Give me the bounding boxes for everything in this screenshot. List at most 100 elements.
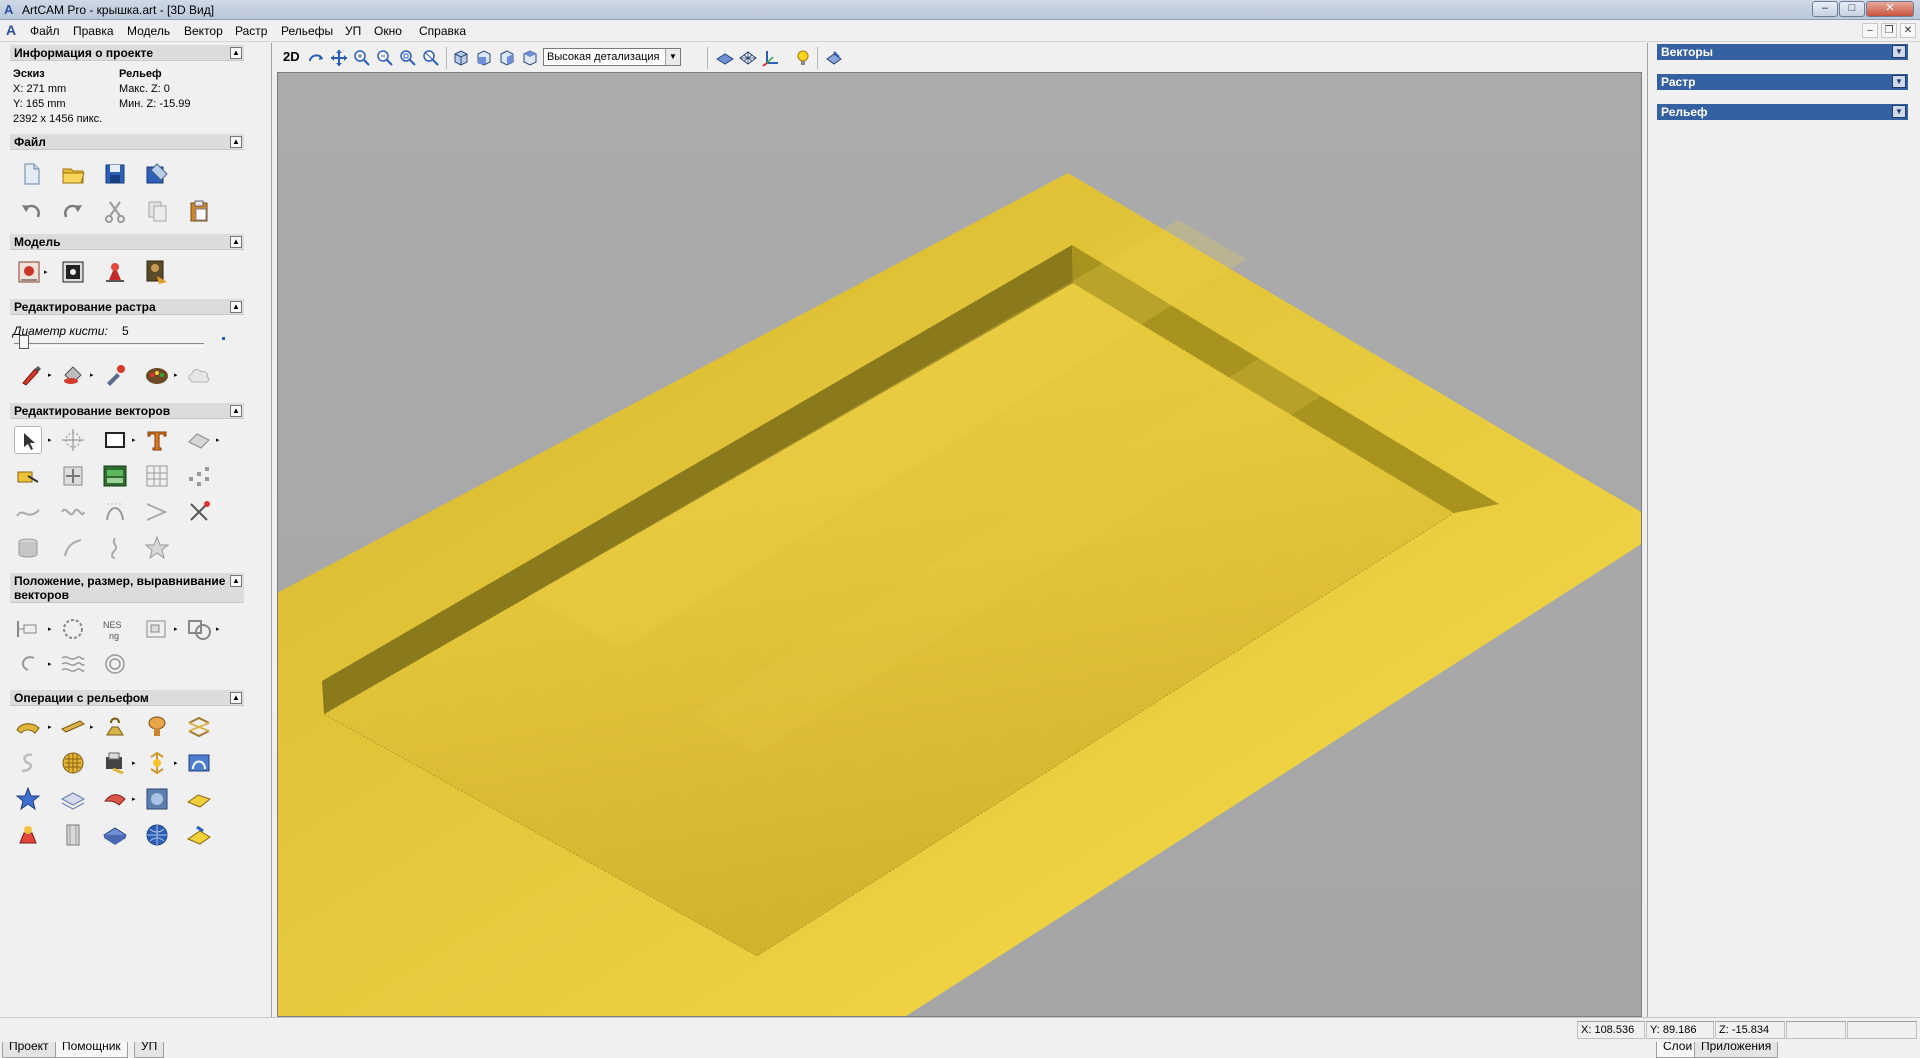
save-icon[interactable] (101, 160, 129, 188)
relief-plane-icon[interactable] (101, 821, 129, 849)
section-relief-ops[interactable]: Операции с рельефом ▲ (10, 690, 244, 706)
layer-relief-header[interactable]: Рельеф ▼ (1657, 104, 1908, 120)
vase-profile-icon[interactable] (101, 534, 129, 562)
menu-model[interactable]: Модель (127, 24, 170, 38)
spiral-icon[interactable] (101, 650, 129, 678)
dropdown-arrow-icon[interactable]: ▸ (216, 436, 220, 444)
cloud-smooth-icon[interactable] (185, 361, 213, 389)
join-vectors-icon[interactable] (143, 498, 171, 526)
cylinder-icon[interactable] (14, 534, 42, 562)
menu-reliefs[interactable]: Рельефы (281, 24, 333, 38)
menu-edit[interactable]: Правка (73, 24, 114, 38)
pan-view-icon[interactable] (330, 49, 348, 67)
dropdown-arrow-icon[interactable]: ▸ (48, 436, 52, 444)
collapse-up-icon[interactable]: ▲ (230, 301, 242, 313)
menu-raster[interactable]: Растр (235, 24, 267, 38)
relief-wizard-icon[interactable] (14, 821, 42, 849)
text-tool-icon[interactable] (143, 426, 171, 454)
open-folder-icon[interactable] (59, 160, 87, 188)
transform-icon[interactable] (59, 426, 87, 454)
blend-relief-icon[interactable] (185, 749, 213, 777)
model-resolution-icon[interactable] (59, 258, 87, 286)
split-curve-icon[interactable] (59, 534, 87, 562)
dropdown-arrow-icon[interactable]: ▸ (48, 660, 52, 668)
collapse-up-icon[interactable]: ▲ (230, 47, 242, 59)
document-logo-icon[interactable]: A (6, 22, 20, 38)
section-file[interactable]: Файл ▲ (10, 134, 244, 150)
new-file-icon[interactable] (17, 160, 45, 188)
layer-raster-header[interactable]: Растр ▼ (1657, 74, 1908, 90)
3d-viewport[interactable] (277, 72, 1642, 1017)
zoom-fit-icon[interactable] (399, 49, 417, 67)
zoom-window-icon[interactable] (422, 49, 440, 67)
align-icon[interactable] (14, 615, 42, 643)
relief-column-icon[interactable] (59, 821, 87, 849)
menu-file[interactable]: Файл (30, 24, 60, 38)
save-as-icon[interactable] (143, 160, 171, 188)
minimize-button[interactable]: – (1812, 1, 1838, 17)
chevron-down-icon[interactable]: ▼ (1892, 75, 1906, 88)
detail-level-select[interactable]: Высокая детализация ▼ (543, 48, 681, 66)
dropdown-arrow-icon[interactable]: ▸ (216, 625, 220, 633)
select-arrow-icon[interactable] (14, 426, 42, 454)
color-picker-icon[interactable] (101, 361, 129, 389)
layer-vectors-header[interactable]: Векторы ▼ (1657, 44, 1908, 60)
render-settings-icon[interactable] (825, 49, 843, 67)
vector-bitmap-icon[interactable] (185, 426, 213, 454)
rotate-dashed-icon[interactable] (59, 615, 87, 643)
collapse-up-icon[interactable]: ▲ (230, 236, 242, 248)
rotate-view-icon[interactable] (307, 49, 325, 67)
wireframe-icon[interactable] (739, 49, 757, 67)
star-relief-icon[interactable] (14, 785, 42, 813)
dropdown-arrow-icon[interactable]: ▸ (90, 371, 94, 379)
mona-lisa-image-icon[interactable] (143, 258, 171, 286)
rectangle-icon[interactable] (101, 426, 129, 454)
dropdown-arrow-icon[interactable]: ▸ (90, 723, 94, 731)
shape-editor-icon[interactable] (14, 713, 42, 741)
dropdown-arrow-icon[interactable]: ▸ (132, 759, 136, 767)
texture-relief-icon[interactable] (59, 749, 87, 777)
brush-slider-thumb[interactable] (19, 335, 30, 349)
chevron-down-icon[interactable]: ▼ (665, 49, 680, 65)
extrude-icon[interactable] (59, 713, 87, 741)
mdi-close-button[interactable]: ✕ (1900, 23, 1916, 38)
section-model[interactable]: Модель ▲ (10, 234, 244, 250)
offset-icon[interactable] (59, 462, 87, 490)
dropdown-arrow-icon[interactable]: ▸ (44, 268, 48, 276)
paste-icon[interactable] (185, 197, 213, 225)
dropdown-arrow-icon[interactable]: ▸ (48, 371, 52, 379)
weld-shapes-icon[interactable] (185, 615, 213, 643)
undo-icon[interactable] (17, 197, 45, 225)
node-edit-icon[interactable] (14, 462, 42, 490)
two-rail-sweep-icon[interactable] (185, 713, 213, 741)
fill-bucket-icon[interactable] (59, 361, 87, 389)
dropdown-arrow-icon[interactable]: ▸ (48, 723, 52, 731)
cut-icon[interactable] (101, 197, 129, 225)
menu-window[interactable]: Окно (374, 24, 402, 38)
maximize-button[interactable]: □ (1839, 1, 1865, 17)
wave-icon[interactable] (59, 498, 87, 526)
iso-view-icon[interactable] (452, 49, 470, 67)
trim-scissors-icon[interactable] (185, 498, 213, 526)
brush-diameter-slider[interactable] (14, 343, 204, 347)
dropdown-arrow-icon[interactable]: ▸ (48, 625, 52, 633)
smooth-curve-icon[interactable] (14, 498, 42, 526)
layered-relief-icon[interactable] (59, 785, 87, 813)
paint-brush-icon[interactable] (17, 361, 45, 389)
2d-view-button[interactable]: 2D (283, 49, 300, 64)
mdi-minimize-button[interactable]: – (1862, 23, 1878, 38)
scale-relief-icon[interactable] (143, 749, 171, 777)
section-raster-edit[interactable]: Редактирование растра ▲ (10, 299, 244, 315)
spin-relief-icon[interactable] (101, 713, 129, 741)
menu-toolpaths[interactable]: УП (345, 24, 361, 38)
section-vector-edit[interactable]: Редактирование векторов ▲ (10, 403, 244, 419)
flat-shading-icon[interactable] (716, 49, 734, 67)
dropdown-arrow-icon[interactable]: ▸ (174, 371, 178, 379)
dropdown-arrow-icon[interactable]: ▸ (132, 436, 136, 444)
light-bulb-icon[interactable] (794, 49, 812, 67)
collapse-up-icon[interactable]: ▲ (230, 405, 242, 417)
image-import-icon[interactable] (101, 258, 129, 286)
star-icon[interactable] (143, 534, 171, 562)
nesting-text-icon[interactable]: NES ng (101, 615, 129, 643)
close-button[interactable]: ✕ (1866, 1, 1914, 17)
